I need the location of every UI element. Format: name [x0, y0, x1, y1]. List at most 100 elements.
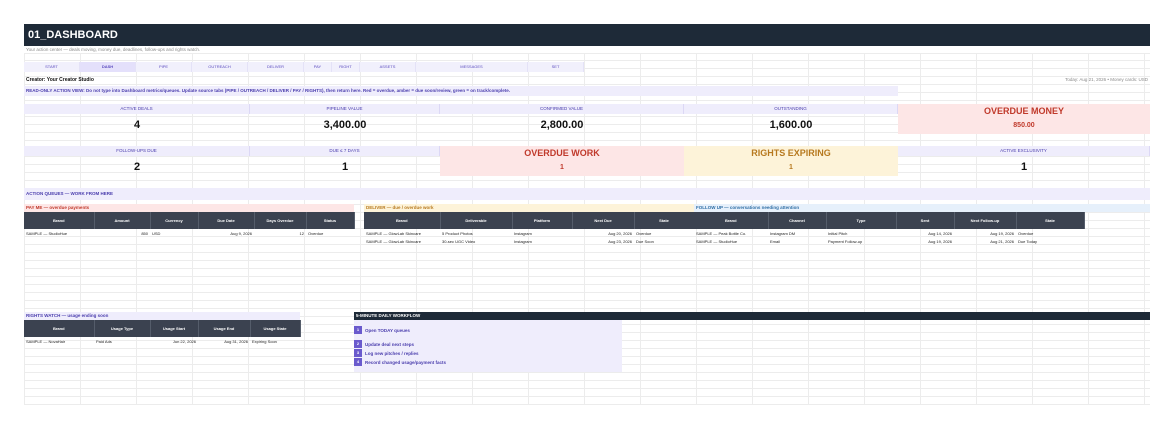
- col-header[interactable]: Usage End: [198, 320, 251, 337]
- cell-amount: 850: [141, 230, 148, 236]
- col-header[interactable]: Brand: [24, 212, 95, 229]
- cell-brand: SAMPLE — Peak Bottle Co.: [696, 230, 747, 236]
- kpi-pipeline-value-label: PIPELINE VALUE: [250, 104, 440, 114]
- cell-channel: Email: [770, 238, 781, 244]
- col-header[interactable]: Usage State: [250, 320, 301, 337]
- kpi-active-deals-value: 4: [133, 119, 141, 131]
- kpi-active-exclusivity-label: ACTIVE EXCLUSIVITY: [898, 146, 1150, 156]
- col-header[interactable]: Next Due: [572, 212, 635, 229]
- kpi-due-7-days-value: 1: [341, 161, 349, 173]
- cell-type: Payment Follow-up: [828, 238, 863, 244]
- tab-pay[interactable]: PAY: [304, 62, 332, 72]
- cell-platform: Instagram: [514, 238, 532, 244]
- pay-me-table: Brand Amount Currency Due Date Days Over…: [24, 212, 355, 237]
- cell-brand: SAMPLE — StudioHue: [26, 230, 68, 236]
- col-header[interactable]: Channel: [768, 212, 827, 229]
- kpi-pipeline-value-value: 3,400.00: [323, 119, 367, 131]
- cell-deliverable: 5 Product Photos: [442, 230, 473, 236]
- col-header[interactable]: Days Overdue: [254, 212, 307, 229]
- kpi-overdue-work-value: 1: [440, 160, 684, 176]
- tab-assets[interactable]: ASSETS: [360, 62, 416, 72]
- today-label: Today: Aug 21, 2026 • Money cards: USD: [1065, 77, 1148, 82]
- kpi-outstanding-label: OUTSTANDING: [684, 104, 898, 114]
- action-queues-header: ACTION QUEUES — WORK FROM HERE: [24, 188, 1150, 200]
- table-row[interactable]: SAMPLE — GlowLab Skincare 5 Product Phot…: [364, 229, 694, 237]
- col-header[interactable]: Brand: [364, 212, 441, 229]
- cell-usage-state: Expiring Soon: [252, 338, 277, 344]
- table-row[interactable]: SAMPLE — NovaHair Paid Ads Jun 22, 2026 …: [24, 337, 300, 345]
- cell-sent: Aug 14, 2026: [928, 230, 952, 236]
- step-number: 4: [354, 358, 362, 366]
- cell-sent: Aug 19, 2026: [928, 238, 952, 244]
- workflow-title: 5-MINUTE DAILY WORKFLOW: [354, 312, 1150, 320]
- col-header[interactable]: Amount: [94, 212, 151, 229]
- col-header[interactable]: Brand: [24, 320, 95, 337]
- kpi-rights-expiring-value: 1: [684, 160, 898, 176]
- step-text: Open TODAY queues: [365, 327, 410, 333]
- step-number: 3: [354, 349, 362, 357]
- cell-brand: SAMPLE — GlowLab Skincare: [366, 238, 421, 244]
- col-header[interactable]: State: [634, 212, 695, 229]
- cell-currency: USD: [152, 230, 161, 236]
- cell-due-date: Aug 9, 2026: [230, 230, 252, 236]
- kpi-outstanding-value: 1,600.00: [769, 119, 813, 131]
- cell-platform: Instagram: [514, 230, 532, 236]
- step-text: Record changed usage/payment facts: [365, 359, 447, 365]
- col-header[interactable]: Currency: [150, 212, 199, 229]
- col-header[interactable]: Brand: [694, 212, 769, 229]
- col-header[interactable]: Due Date: [198, 212, 255, 229]
- tab-messages[interactable]: MESSAGES: [416, 62, 528, 72]
- deliver-title: DELIVER — due / overdue work: [364, 204, 694, 212]
- table-row[interactable]: SAMPLE — Peak Bottle Co. Instagram DM In…: [694, 229, 1084, 237]
- tab-set[interactable]: SET: [528, 62, 584, 72]
- cell-next-follow-up: Aug 21, 2026: [990, 238, 1014, 244]
- page-subtitle: Your action center — deals moving, money…: [24, 46, 1150, 54]
- tab-outreach[interactable]: OUTREACH: [192, 62, 248, 72]
- tab-deliver[interactable]: DELIVER: [248, 62, 304, 72]
- rights-watch-title: RIGHTS WATCH — usage ending soon: [24, 312, 300, 320]
- workflow-step: 3 Log new pitches / replies: [354, 349, 622, 357]
- workflow-step: 2 Update deal next steps: [354, 340, 622, 348]
- tab-start[interactable]: START: [24, 62, 80, 72]
- kpi-due-7-days-label: DUE ≤ 7 DAYS: [250, 146, 440, 156]
- cell-usage-type: Paid Ads: [96, 338, 112, 344]
- deliver-table: Brand Deliverable Platform Next Due Stat…: [364, 212, 695, 245]
- step-number: 1: [354, 326, 362, 334]
- tab-rights[interactable]: RIGHT: [332, 62, 360, 72]
- col-header[interactable]: Type: [826, 212, 897, 229]
- col-header[interactable]: State: [1016, 212, 1085, 229]
- follow-up-title: FOLLOW UP — conversations needing attent…: [694, 204, 1150, 212]
- kpi-followups-value: 2: [133, 161, 141, 173]
- cell-type: Initial Pitch: [828, 230, 848, 236]
- col-header[interactable]: Platform: [512, 212, 573, 229]
- cell-next-due: Aug 23, 2026: [608, 238, 632, 244]
- workflow-step: 4 Record changed usage/payment facts: [354, 358, 622, 366]
- cell-usage-end: Aug 31, 2026: [224, 338, 248, 344]
- table-row[interactable]: SAMPLE — StudioHue Email Payment Follow-…: [694, 237, 1084, 245]
- cell-usage-start: Jun 22, 2026: [172, 338, 196, 344]
- col-header[interactable]: Usage Start: [150, 320, 199, 337]
- cell-channel: Instagram DM: [770, 230, 796, 236]
- cell-deliverable: 30-sec UGC Video: [442, 238, 476, 244]
- dashboard-sheet: 01_DASHBOARD Your action center — deals …: [24, 24, 1150, 405]
- table-row[interactable]: SAMPLE — GlowLab Skincare 30-sec UGC Vid…: [364, 237, 694, 245]
- col-header[interactable]: Usage Type: [94, 320, 151, 337]
- kpi-overdue-money-value: 850.00: [898, 118, 1150, 134]
- kpi-followups-label: FOLLOW-UPS DUE: [24, 146, 250, 156]
- col-header[interactable]: Sent: [896, 212, 955, 229]
- tab-pipe[interactable]: PIPE: [136, 62, 192, 72]
- col-header[interactable]: Deliverable: [440, 212, 513, 229]
- workflow-panel: 1 Open TODAY queues 2 Update deal next s…: [354, 320, 622, 372]
- cell-next-due: Aug 20, 2026: [608, 230, 632, 236]
- table-row[interactable]: SAMPLE — StudioHue 850 USD Aug 9, 2026 1…: [24, 229, 354, 237]
- col-header[interactable]: Next Follow-up: [954, 212, 1017, 229]
- kpi-rights-expiring-label: RIGHTS EXPIRING: [684, 146, 898, 160]
- cell-state: Due Today: [1018, 238, 1038, 244]
- cell-next-follow-up: Aug 19, 2026: [990, 230, 1014, 236]
- cell-brand: SAMPLE — StudioHue: [696, 238, 738, 244]
- kpi-active-deals-label: ACTIVE DEALS: [24, 104, 250, 114]
- col-header[interactable]: Status: [306, 212, 355, 229]
- pay-me-title: PAY ME — overdue payments: [24, 204, 354, 212]
- kpi-overdue-work-label: OVERDUE WORK: [440, 146, 684, 160]
- tab-dash[interactable]: DASH: [80, 62, 136, 72]
